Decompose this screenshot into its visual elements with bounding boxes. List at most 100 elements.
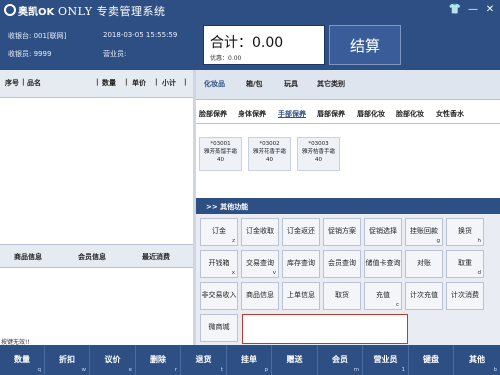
count-top-up-button[interactable]: 计次充值 [405,282,443,310]
delete-button[interactable]: 删除 r [136,345,181,375]
button-label: 会员查询 [328,259,356,267]
col-divider: | [184,78,187,86]
button-label: 订金 [212,227,226,235]
product-tile[interactable]: *03003 雅芳桔香手霜 40 [297,137,340,171]
button-label: 挂单 [241,355,257,364]
datetime: 2018-03-05 15:55:59 [103,31,178,39]
button-label: 计次充值 [410,291,438,299]
transaction-query-button[interactable]: 交易查询 v [241,250,279,278]
button-label: 订金返还 [287,227,315,235]
order-table-header: 序号 | 品名 | 数量 | 单价 | 小计 | [0,70,195,98]
last-order-info-button[interactable]: 上单信息 [282,282,320,310]
shortcut-key: c [395,302,399,308]
col-divider: | [22,78,25,86]
shortcut-key: p [264,367,269,373]
button-label: 促销方案 [328,227,356,235]
minimize-icon[interactable]: — [466,3,480,17]
total-box: 合计：0.00 优惠：0.00 [203,25,325,65]
deposit-collect-button[interactable]: 订金收取 [241,218,279,246]
shirt-icon[interactable]: 👕 [448,3,462,17]
reconcile-button[interactable]: 对账 [405,250,443,278]
col-subtotal: 小计 [162,79,176,87]
promo-plan-button[interactable]: 促销方案 [323,218,361,246]
shortcut-key: b [493,367,498,373]
pickup-button[interactable]: 取货 [323,282,361,310]
top-up-button[interactable]: 充值 c [364,282,402,310]
exchange-button[interactable]: 换货 h [446,218,484,246]
button-label: 库存查询 [287,259,315,267]
subtab-womens-perfume[interactable]: 女性香水 [436,109,464,119]
shortcut-key: h [477,238,482,244]
button-label: 微商城 [208,323,230,331]
col-qty: 数量 [102,79,116,87]
order-list[interactable] [0,98,195,244]
non-trade-income-button[interactable]: 非交易收入 [200,282,238,310]
deposit-refund-button[interactable]: 订金返还 [282,218,320,246]
subcategory-tabs: 脸部保养 身体保养 手部保养 唇部保养 唇部化妆 脸部化妆 女性香水 [196,104,500,124]
discount-amount: 优惠：0.00 [210,55,242,62]
other-functions-header[interactable]: >> 其他功能 [196,198,500,214]
shortcut-key: 1 [401,367,406,373]
tab-toys[interactable]: 玩具 [284,79,298,89]
product-price: 40 [315,157,322,163]
member-query-button[interactable]: 会员查询 [323,250,361,278]
button-label: 订金收取 [246,227,274,235]
cashier-info: 收银员: 9999 [8,50,52,58]
col-product-info[interactable]: 商品信息 [14,252,42,262]
return-button[interactable]: 退货 t [181,345,227,375]
gift-button[interactable]: 赠送 [272,345,318,375]
button-label: 赠送 [286,355,303,364]
app-logo: 奥凯OK [4,3,54,18]
shortcut-key: r [174,367,177,373]
inventory-query-button[interactable]: 库存查询 [282,250,320,278]
member-table-header: 商品信息 会员信息 最近消费 [0,244,195,268]
shortcut-key: m [353,367,359,373]
subtab-body-care[interactable]: 身体保养 [238,109,266,119]
retrieve-order-button[interactable]: 取重 d [446,250,484,278]
quantity-button[interactable]: 数量 q [0,345,45,375]
keyboard-button[interactable]: 键盘 [409,345,454,375]
col-divider: | [155,78,158,86]
salesperson-button[interactable]: 营业员 1 [363,345,409,375]
tab-other[interactable]: 其它类别 [317,79,345,89]
button-label: 换货 [458,227,472,235]
close-icon[interactable]: ✕ [483,3,497,17]
deposit-button[interactable]: 订金 z [200,218,238,246]
button-label: 其他 [469,355,485,364]
col-recent-purchase[interactable]: 最近消费 [142,252,170,262]
hold-order-button[interactable]: 挂单 p [227,345,272,375]
subtab-face-makeup[interactable]: 脸部化妆 [396,109,424,119]
button-label: 对账 [417,259,431,267]
product-tile[interactable]: *03002 雅芳花香手霜 40 [248,137,291,171]
micro-mall-button[interactable]: 微商城 [200,314,238,342]
product-code: *03003 [308,141,329,147]
shortcut-key: e [128,367,132,373]
other-button[interactable]: 其他 b [454,345,500,375]
button-label: 折扣 [59,355,75,364]
button-label: 充值 [376,291,390,299]
button-label: 上单信息 [287,291,315,299]
credit-repayment-button[interactable]: 挂账回款 g [405,218,443,246]
count-consume-button[interactable]: 计次消费 [446,282,484,310]
subtab-hand-care[interactable]: 手部保养 [278,109,306,119]
subtab-lip-care[interactable]: 唇部保养 [317,109,345,119]
bargain-button[interactable]: 议价 e [90,345,136,375]
product-price: 40 [217,157,224,163]
discount-button[interactable]: 折扣 w [45,345,90,375]
checkout-button[interactable]: 结算 [329,25,401,65]
shortcut-key: d [477,270,482,276]
promo-select-button[interactable]: 促销选择 [364,218,402,246]
tab-cosmetics[interactable]: 化妆品 [204,79,225,89]
open-cash-drawer-button[interactable]: 开钱箱 x [200,250,238,278]
subtab-lip-makeup[interactable]: 唇部化妆 [357,109,385,119]
product-info-button[interactable]: 商品信息 [241,282,279,310]
subtab-face-care[interactable]: 脸部保养 [199,109,227,119]
col-member-info[interactable]: 会员信息 [78,252,106,262]
button-label: 会员 [332,355,348,364]
button-label: 开钱箱 [208,259,230,267]
tab-bags[interactable]: 箱/包 [246,79,263,89]
stored-card-query-button[interactable]: 储值卡查询 [364,250,402,278]
col-name: 品名 [27,79,41,87]
member-button[interactable]: 会员 m [318,345,363,375]
product-tile[interactable]: *03001 雅芳蒸馏手霜 40 [199,137,242,171]
